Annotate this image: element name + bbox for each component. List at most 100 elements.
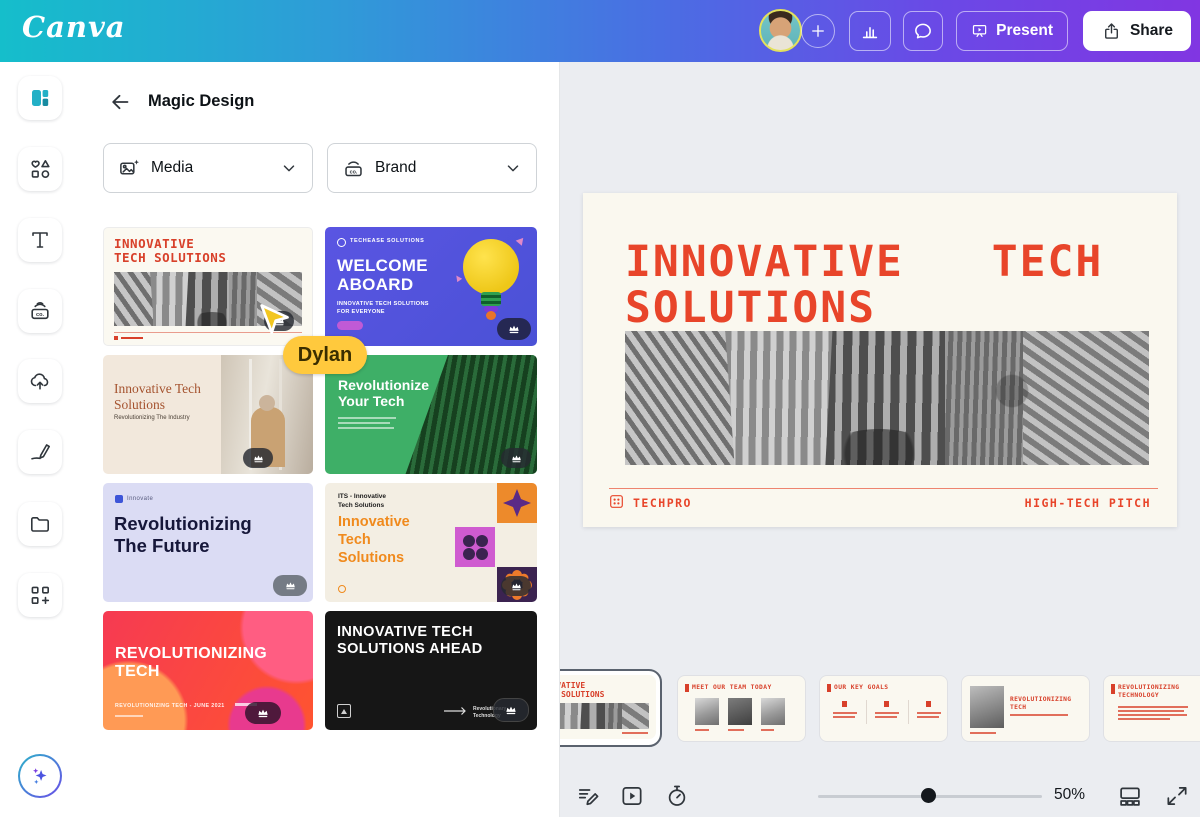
slide-tagline-text[interactable]: HIGH-TECH PITCH xyxy=(1025,496,1151,510)
bar-chart-icon xyxy=(859,20,881,42)
media-filter-dropdown[interactable]: Media xyxy=(103,143,313,193)
filmstrip-slide-2[interactable]: MEET OUR TEAM TODAY xyxy=(678,676,805,741)
sidebar-item-design[interactable] xyxy=(18,76,62,120)
slide-logo-icon[interactable] xyxy=(610,495,623,508)
template-revolutionizing-the-future[interactable]: Innovate Revolutionizing The Future xyxy=(103,483,313,602)
fullscreen-button[interactable] xyxy=(1164,783,1190,809)
notes-button[interactable] xyxy=(576,783,602,809)
share-label: Share xyxy=(1130,22,1173,40)
left-rail: co. xyxy=(0,62,80,817)
template-innovative-tech-serif[interactable]: Innovative Tech Solutions Revolutionizin… xyxy=(103,355,313,474)
chevron-down-icon xyxy=(504,159,522,177)
template-welcome-aboard[interactable]: TECHEASE SOLUTIONS WELCOME ABOARD INNOVA… xyxy=(325,227,537,346)
filmstrip-slide-4[interactable]: REVOLUTIONIZING TECH xyxy=(962,676,1089,741)
thumb-title: MEET OUR TEAM TODAY xyxy=(692,684,804,691)
panel-title: Magic Design xyxy=(148,92,254,111)
arrow-right-icon xyxy=(443,706,469,716)
comments-button[interactable] xyxy=(903,11,943,51)
media-filter-label: Media xyxy=(151,159,270,177)
sidebar-item-elements[interactable] xyxy=(18,147,62,191)
canva-logo[interactable]: Canva xyxy=(22,10,126,44)
draw-pen-icon xyxy=(28,440,52,464)
template-brand-logo xyxy=(115,495,123,503)
thumb-title: REVOLUTIONIZING TECHNOLOGY xyxy=(1118,684,1198,700)
zoom-slider-handle[interactable] xyxy=(921,788,936,803)
slide-canvas[interactable]: INNOVATIVE TECH SOLUTIONS TECHPRO HIGH-T… xyxy=(583,193,1177,527)
template-revolutionizing-tech[interactable]: REVOLUTIONIZING TECH REVOLUTIONIZING TEC… xyxy=(103,611,313,730)
zoom-level-value[interactable]: 50% xyxy=(1054,786,1085,804)
sidebar-item-projects[interactable] xyxy=(18,502,62,546)
svg-text:co.: co. xyxy=(350,169,358,175)
template-solutions-ahead[interactable]: INNOVATIVE TECH SOLUTIONS AHEAD Revoluti… xyxy=(325,611,537,730)
pro-badge xyxy=(243,448,273,468)
template-title: INNOVATIVE TECH SOLUTIONS AHEAD xyxy=(337,624,483,659)
template-subtitle: Revolutionizing The Industry xyxy=(114,415,190,421)
timer-button[interactable] xyxy=(664,783,690,809)
pro-badge xyxy=(501,448,531,468)
shape-dots-square xyxy=(455,527,495,567)
template-title: Innovative Tech Solutions xyxy=(114,381,234,412)
notes-icon xyxy=(576,783,602,809)
magic-design-panel: Magic Design Media co. Brand INNOVATIVE … xyxy=(80,62,560,817)
template-title: INNOVATIVE TECH SOLUTIONS xyxy=(114,237,284,265)
pro-badge xyxy=(273,575,307,596)
grid-view-icon xyxy=(1116,783,1144,809)
elements-icon xyxy=(28,157,52,181)
filmstrip-slide-1-selected[interactable]: INNOVATIVE TECH SOLUTIONS xyxy=(560,669,662,747)
media-icon xyxy=(118,157,141,180)
sidebar-item-uploads[interactable] xyxy=(18,359,62,403)
thumb-title: REVOLUTIONIZING TECH xyxy=(1010,696,1086,712)
zoom-slider[interactable] xyxy=(818,788,1042,804)
share-upload-icon xyxy=(1101,21,1122,42)
sidebar-item-apps[interactable] xyxy=(18,573,62,617)
template-brand: TECHEASE SOLUTIONS xyxy=(350,238,424,244)
svg-text:co.: co. xyxy=(36,312,45,318)
brand-filter-dropdown[interactable]: co. Brand xyxy=(327,143,537,193)
add-collaborator-button[interactable] xyxy=(801,14,835,48)
share-button[interactable]: Share xyxy=(1083,11,1191,51)
play-icon xyxy=(619,783,645,809)
template-title: Revolutionize Your Tech xyxy=(338,377,429,409)
present-icon xyxy=(971,20,988,42)
avatar[interactable] xyxy=(759,9,802,52)
autoplay-button[interactable] xyxy=(619,783,645,809)
pro-badge xyxy=(497,318,531,340)
sidebar-item-brand[interactable]: co. xyxy=(18,289,62,333)
back-button[interactable] xyxy=(108,90,132,114)
folder-icon xyxy=(28,512,52,536)
thumb-title: OUR KEY GOALS xyxy=(834,684,946,691)
template-cta-pill xyxy=(337,321,363,330)
top-header: Canva Present Share xyxy=(0,0,1200,63)
arrow-left-icon xyxy=(108,90,132,114)
template-brand: ITS - Innovative Tech Solutions xyxy=(338,493,386,511)
template-its-innovative-tech[interactable]: ITS - Innovative Tech Solutions Innovati… xyxy=(325,483,537,602)
chat-bubble-icon xyxy=(912,20,934,42)
sidebar-item-draw[interactable] xyxy=(18,430,62,474)
present-label: Present xyxy=(996,22,1053,40)
slide-brand-text[interactable]: TECHPRO xyxy=(633,496,692,510)
filmstrip-slide-3[interactable]: OUR KEY GOALS xyxy=(820,676,947,741)
shape-star-square xyxy=(497,483,537,523)
insights-button[interactable] xyxy=(849,11,891,51)
template-subtitle: INNOVATIVE TECH SOLUTIONS FOR EVERYONE xyxy=(337,300,429,317)
template-title: REVOLUTIONIZING TECH xyxy=(115,645,300,682)
filmstrip-slide-5[interactable]: REVOLUTIONIZING TECHNOLOGY xyxy=(1104,676,1200,741)
template-revolutionize-your-tech[interactable]: Revolutionize Your Tech xyxy=(325,355,537,474)
slide-title[interactable]: INNOVATIVE TECH SOLUTIONS xyxy=(625,239,1130,332)
canva-app-window: Canva Present Share xyxy=(0,0,1200,817)
sparkle-icon xyxy=(27,763,53,789)
design-icon xyxy=(28,86,52,110)
present-button[interactable]: Present xyxy=(956,11,1068,51)
grid-view-button[interactable] xyxy=(1116,783,1144,809)
slide-image[interactable] xyxy=(625,331,1149,465)
sidebar-item-text[interactable] xyxy=(18,218,62,262)
pro-badge xyxy=(493,698,529,722)
magic-assistant-button[interactable] xyxy=(18,754,62,798)
template-title: Innovative Tech Solutions xyxy=(338,513,410,567)
template-subtitle: REVOLUTIONIZING TECH - JUNE 2021 xyxy=(115,703,225,709)
expand-icon xyxy=(1164,783,1190,809)
thumb-title: INNOVATIVE TECH SOLUTIONS xyxy=(560,681,607,699)
template-brand: Innovate xyxy=(127,496,153,502)
template-title: WELCOME ABOARD xyxy=(337,257,428,294)
canvas-area: INNOVATIVE TECH SOLUTIONS TECHPRO HIGH-T… xyxy=(560,62,1200,817)
